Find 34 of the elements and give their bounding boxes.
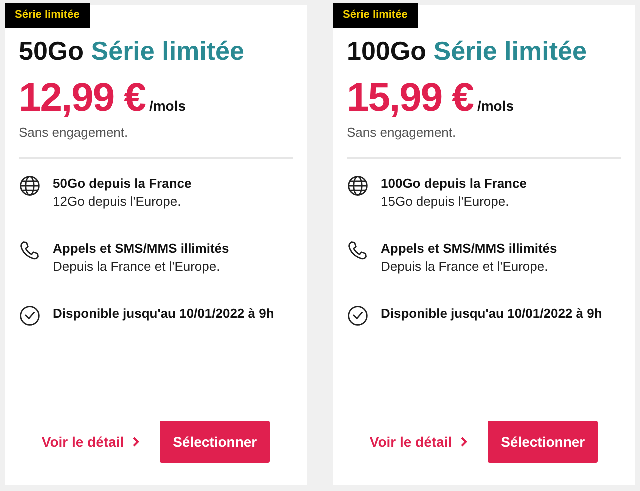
clock-icon	[347, 304, 369, 326]
price: 12,99 €	[19, 77, 146, 119]
plan-title: Série limitée	[434, 36, 587, 66]
feature-detail: Depuis la France et l'Europe.	[381, 258, 550, 276]
chevron-right-icon	[460, 437, 468, 447]
feature-detail: Depuis la France et l'Europe.	[53, 258, 222, 276]
feature-title: 100Go depuis la France	[381, 174, 527, 192]
limited-edition-badge: Série limitée	[333, 3, 418, 28]
chevron-right-icon	[132, 437, 140, 447]
plan-data: 100Go	[347, 36, 426, 66]
details-link[interactable]: Voir le détail	[42, 432, 140, 452]
globe-icon	[19, 174, 41, 196]
globe-icon	[347, 174, 369, 196]
phone-icon	[19, 240, 41, 262]
feature-title: Disponible jusqu'au 10/01/2022 à 9h	[381, 304, 602, 322]
plan-data: 50Go	[19, 36, 84, 66]
phone-icon	[347, 240, 369, 262]
commitment-text: Sans engagement.	[347, 124, 458, 142]
select-button[interactable]: Sélectionner	[488, 421, 598, 463]
feature-detail: 12Go depuis l'Europe.	[53, 192, 182, 210]
feature-title: Appels et SMS/MMS illimités	[381, 240, 558, 258]
feature-title: Appels et SMS/MMS illimités	[53, 240, 230, 258]
feature-title: 50Go depuis la France	[53, 174, 192, 192]
plan-title: Série limitée	[91, 36, 244, 66]
feature-detail: 15Go depuis l'Europe.	[381, 192, 510, 210]
details-link[interactable]: Voir le détail	[370, 432, 468, 452]
feature-title: Disponible jusqu'au 10/01/2022 à 9h	[53, 304, 274, 322]
limited-edition-badge: Série limitée	[5, 3, 90, 28]
price-period: /mols	[477, 97, 514, 116]
price-period: /mols	[149, 97, 186, 116]
commitment-text: Sans engagement.	[19, 124, 130, 142]
clock-icon	[19, 304, 41, 326]
price: 15,99 €	[347, 77, 474, 119]
select-button[interactable]: Sélectionner	[160, 421, 270, 463]
